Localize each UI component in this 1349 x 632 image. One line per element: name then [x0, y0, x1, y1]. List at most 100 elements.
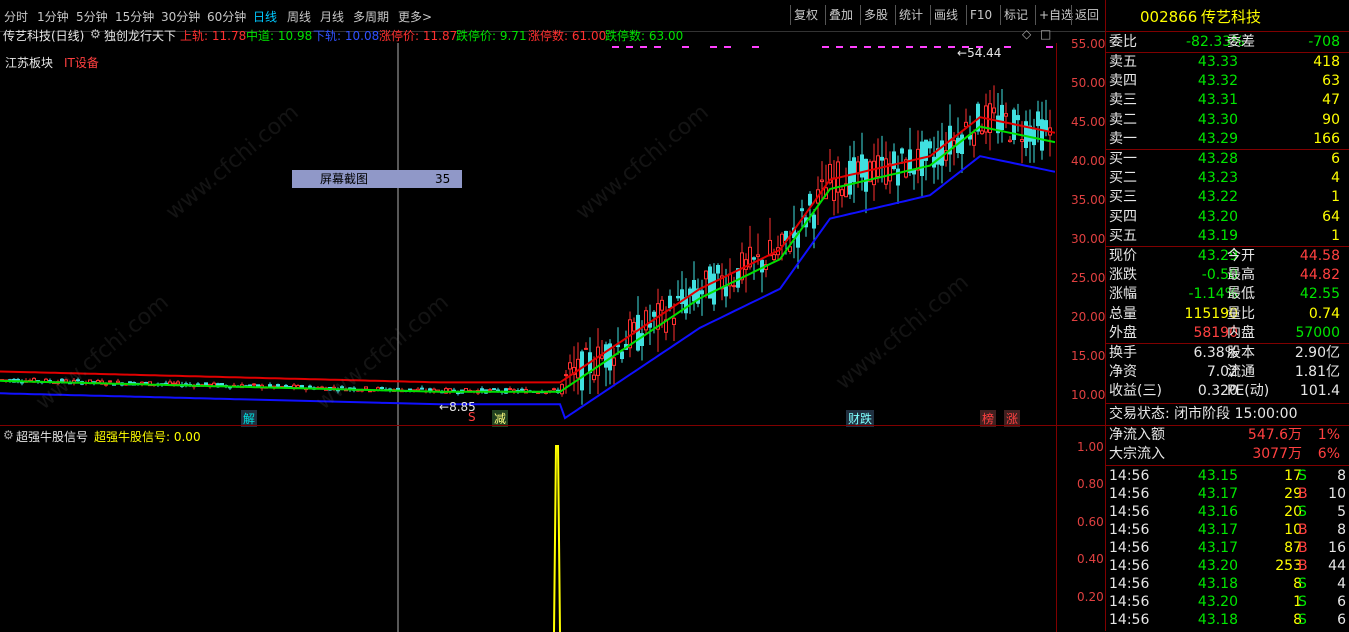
- tick-side: S: [1298, 468, 1307, 484]
- tick-volume: 8: [1293, 612, 1302, 628]
- period-tab-1min[interactable]: 1分钟: [37, 8, 69, 25]
- period-tab-daily[interactable]: 日线: [253, 8, 277, 25]
- candle-body: [520, 388, 524, 391]
- candle-body: [980, 130, 984, 135]
- candle-body: [712, 273, 716, 305]
- multi-stock-button[interactable]: 多股: [860, 5, 891, 25]
- tick-price: 43.18: [1197, 612, 1238, 628]
- candle-body: [644, 310, 648, 331]
- tick-volume: 20: [1284, 504, 1302, 520]
- limit-down-price: 跌停价: 9.71: [456, 29, 527, 43]
- period-tab-15min[interactable]: 15分钟: [115, 8, 154, 25]
- draw-line-button[interactable]: 画线: [930, 5, 961, 25]
- stats-button[interactable]: 统计: [895, 5, 926, 25]
- overlay-button[interactable]: 叠加: [825, 5, 856, 25]
- candle-body: [248, 384, 252, 387]
- ask-row: 卖五 43.33 418: [1106, 53, 1349, 72]
- diamond-icon[interactable]: ◇: [1022, 27, 1031, 41]
- period-tab-60min[interactable]: 60分钟: [207, 8, 246, 25]
- bid-price: 43.28: [1197, 151, 1238, 167]
- ask-label: 卖二: [1109, 111, 1137, 128]
- indicator-svg: [397, 426, 561, 632]
- ask-price: 43.33: [1197, 54, 1238, 70]
- limit-dash: [920, 46, 927, 48]
- candle-body: [1020, 139, 1024, 142]
- tick-count: 44: [1328, 558, 1346, 574]
- stat-value: 57000: [1295, 324, 1340, 341]
- candle-body: [752, 257, 756, 260]
- ask-volume: 418: [1313, 54, 1340, 70]
- maximize-icon[interactable]: □: [1040, 27, 1051, 41]
- marker-s[interactable]: S: [468, 410, 476, 424]
- price-tick: 10.00: [1071, 388, 1106, 402]
- tick-time: 14:56: [1109, 558, 1150, 574]
- indicator-name[interactable]: 独创龙行天下: [104, 27, 176, 44]
- candle-body: [892, 151, 896, 169]
- ask-row: 卖二 43.30 90: [1106, 111, 1349, 130]
- high-value: 54.44: [967, 46, 1002, 60]
- trade-status-text: 交易状态: 闭市阶段 15:00:00: [1109, 406, 1298, 422]
- candle-body: [660, 299, 664, 311]
- candle-body: [1004, 113, 1008, 117]
- limit-dash: [906, 46, 913, 48]
- settings-icon[interactable]: ⚙: [90, 27, 101, 41]
- divider: [1106, 403, 1349, 404]
- tick-price: 43.17: [1197, 486, 1238, 502]
- candle-body: [268, 384, 272, 387]
- limit-dash: [626, 46, 633, 48]
- candle-body: [564, 374, 568, 377]
- screenshot-popup[interactable]: 屏幕截图 35: [292, 170, 462, 188]
- bid-row: 买四 43.20 64: [1106, 208, 1349, 227]
- candle-body: [108, 380, 112, 383]
- mark-button[interactable]: 标记: [1000, 5, 1031, 25]
- tick-count: 4: [1337, 576, 1346, 592]
- tick-row: 14:56 43.17 87 B 16: [1106, 539, 1349, 558]
- kline-chart[interactable]: 江苏板块 IT设备 ←54.44 ←8.85 解 S 减 财跌 榜 涨: [0, 43, 1055, 427]
- period-tab-fenshi[interactable]: 分时: [4, 8, 28, 25]
- limit-dash: [752, 46, 759, 48]
- tick-side: B: [1298, 522, 1308, 538]
- candle-body: [912, 169, 916, 175]
- ask-row: 卖四 43.32 63: [1106, 72, 1349, 91]
- limit-dash: [948, 46, 955, 48]
- add-watchlist-button[interactable]: +自选: [1035, 5, 1076, 25]
- candle-body: [840, 189, 844, 197]
- period-tab-30min[interactable]: 30分钟: [161, 8, 200, 25]
- candle-body: [620, 351, 624, 360]
- period-tab-weekly[interactable]: 周线: [287, 8, 311, 25]
- fuquan-button[interactable]: 复权: [790, 5, 821, 25]
- ind-tick: 0.20: [1077, 590, 1104, 604]
- kline-svg: [0, 43, 1055, 425]
- candle-body: [584, 347, 588, 350]
- price-tick: 25.00: [1071, 271, 1106, 285]
- candle-body: [900, 148, 904, 154]
- region-tag[interactable]: 江苏板块: [5, 54, 53, 71]
- tick-row: 14:56 43.15 17 S 8: [1106, 467, 1349, 486]
- weibi-label: 委比: [1109, 34, 1137, 50]
- candle-body: [760, 259, 764, 273]
- period-tab-monthly[interactable]: 月线: [320, 8, 344, 25]
- bid-price: 43.20: [1197, 208, 1238, 225]
- tick-count: 6: [1337, 612, 1346, 628]
- tick-count: 6: [1337, 594, 1346, 610]
- f10-button[interactable]: F10: [966, 5, 995, 25]
- tick-price: 43.20: [1197, 594, 1238, 610]
- period-tab-multi[interactable]: 多周期: [353, 8, 389, 25]
- tick-side: B: [1298, 486, 1308, 502]
- tick-side: B: [1298, 540, 1308, 556]
- divider: [1106, 465, 1349, 466]
- industry-tag[interactable]: IT设备: [64, 54, 99, 71]
- indicator-panel[interactable]: ⚙ 超强牛股信号 超强牛股信号: 0.00 1.00 0.80 0.60 0.4…: [0, 425, 1105, 632]
- period-tab-5min[interactable]: 5分钟: [76, 8, 108, 25]
- signal-spike: [553, 445, 561, 632]
- period-tab-more[interactable]: 更多>: [398, 8, 432, 25]
- quote-header: 002866 传艺科技: [1106, 8, 1349, 27]
- tick-side: S: [1298, 576, 1307, 592]
- back-button[interactable]: 返回: [1071, 5, 1102, 25]
- weibi-row: 委比 -82.33% 委差 -708: [1106, 33, 1349, 52]
- stat-row: 涨幅 -1.14% 最低 42.55: [1106, 285, 1349, 304]
- candle-body: [168, 381, 172, 385]
- price-axis: 55.00 50.00 45.00 40.00 35.00 30.00 25.0…: [1056, 37, 1106, 425]
- tick-time: 14:56: [1109, 612, 1150, 628]
- ask-label: 卖一: [1109, 130, 1137, 147]
